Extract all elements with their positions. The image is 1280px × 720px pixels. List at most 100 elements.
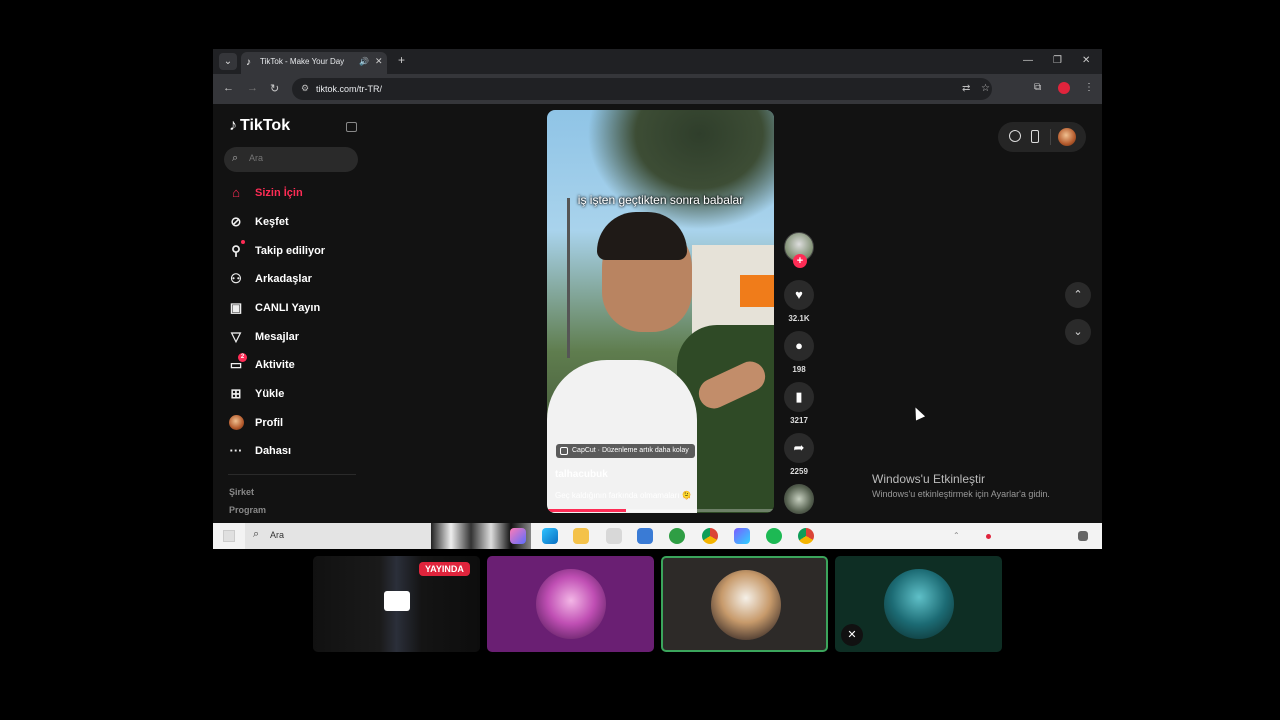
chrome-icon[interactable] bbox=[702, 528, 718, 544]
tab-search-button[interactable]: ⌄ bbox=[219, 53, 237, 70]
video-scene-pole bbox=[567, 198, 570, 358]
close-icon[interactable]: ✕ bbox=[375, 56, 383, 67]
nav-for-you[interactable]: ⌂ Sizin İçin bbox=[228, 184, 358, 204]
capcut-icon bbox=[560, 447, 568, 455]
nav-following[interactable]: ⚲ Takip ediliyor bbox=[228, 240, 358, 262]
mouse-cursor-icon bbox=[910, 405, 926, 421]
participant-tile[interactable] bbox=[487, 556, 654, 652]
nav-live[interactable]: ▣ CANLI Yayın bbox=[228, 299, 358, 319]
outlook-icon[interactable] bbox=[637, 528, 653, 544]
url-bar[interactable]: ⚙ tiktok.com/tr-TR/ ⇄ ☆ bbox=[292, 78, 992, 100]
nav-label: Takip ediliyor bbox=[255, 245, 326, 257]
logo-text: TikTok bbox=[240, 117, 291, 134]
vpn-icon[interactable] bbox=[734, 528, 750, 544]
nav-friends[interactable]: ⚇ Arkadaşlar bbox=[228, 270, 358, 290]
copilot-icon[interactable] bbox=[510, 528, 526, 544]
send-icon: ▽ bbox=[231, 329, 241, 344]
top-right-controls bbox=[998, 122, 1086, 152]
nav-label: Profil bbox=[255, 417, 284, 429]
edge-icon[interactable] bbox=[542, 528, 558, 544]
friends-icon: ⚇ bbox=[230, 271, 242, 286]
nav-upload[interactable]: ⊞ Yükle bbox=[228, 385, 358, 405]
nav-explore[interactable]: ⊘ Keşfet bbox=[228, 213, 358, 233]
site-info-icon[interactable]: ⚙ bbox=[301, 83, 309, 94]
tab-title: TikTok - Make Your Day bbox=[260, 57, 345, 66]
collapse-sidebar-icon[interactable] bbox=[346, 122, 357, 132]
participant-avatar bbox=[884, 569, 954, 639]
profile-avatar bbox=[228, 415, 244, 434]
forward-icon[interactable]: → bbox=[247, 82, 258, 94]
user-avatar[interactable] bbox=[1058, 128, 1076, 146]
nav-label: Keşfet bbox=[255, 216, 289, 228]
profile-icon[interactable] bbox=[1058, 82, 1070, 94]
video-caption: iş işten geçtikten sonra babalar bbox=[577, 193, 744, 207]
extensions-icon[interactable]: ⧉ bbox=[1034, 82, 1041, 93]
chevron-down-icon[interactable]: ⌄ bbox=[1065, 319, 1091, 345]
video-description: Geç kaldığının farkında olmamaları 🫠 bbox=[555, 491, 692, 500]
nav-profile[interactable]: Profil bbox=[228, 414, 358, 434]
bookmark-icon[interactable]: ▮ bbox=[784, 382, 814, 412]
home-icon: ⌂ bbox=[232, 185, 240, 200]
back-icon[interactable]: ← bbox=[223, 82, 234, 94]
tiktok-logo[interactable]: ♪ TikTok bbox=[229, 117, 290, 135]
phone-icon[interactable] bbox=[1031, 130, 1039, 143]
spotify-icon[interactable] bbox=[766, 528, 782, 544]
nav-messages[interactable]: ▽ Mesajlar bbox=[228, 328, 358, 348]
participant-tile[interactable]: ✕ bbox=[835, 556, 1002, 652]
comment-count: 198 bbox=[792, 365, 806, 374]
notification-icon[interactable] bbox=[1078, 531, 1088, 541]
tiktok-favicon-icon: ♪ bbox=[246, 57, 251, 68]
url-text[interactable]: tiktok.com/tr-TR/ bbox=[316, 84, 382, 94]
live-badge: YAYINDA bbox=[419, 562, 470, 576]
more-icon: ··· bbox=[229, 443, 243, 458]
windows-activate-title: Windows'u Etkinleştir bbox=[872, 472, 985, 486]
compass-icon[interactable] bbox=[1009, 130, 1021, 142]
speaker-icon[interactable]: 🔊 bbox=[359, 57, 369, 66]
search-box[interactable]: ⌕ bbox=[224, 147, 358, 172]
stream-tile[interactable]: YAYINDA bbox=[313, 556, 480, 652]
reload-icon[interactable]: ↻ bbox=[270, 82, 279, 95]
xbox-icon[interactable] bbox=[669, 528, 685, 544]
sidebar-divider bbox=[228, 474, 356, 475]
recording-dot-icon[interactable] bbox=[986, 534, 991, 539]
video-progress-bar[interactable] bbox=[547, 509, 774, 512]
heart-icon[interactable]: ♥ bbox=[784, 280, 814, 310]
window-close-icon[interactable]: ✕ bbox=[1082, 55, 1090, 66]
comment-icon[interactable]: ● bbox=[784, 331, 814, 361]
nav-label: Arkadaşlar bbox=[255, 273, 312, 285]
footer-link-company[interactable]: Şirket bbox=[229, 487, 254, 497]
follow-plus-icon[interactable]: + bbox=[793, 254, 807, 268]
video-author[interactable]: talhacubuk bbox=[555, 469, 608, 480]
search-icon: ⌕ bbox=[232, 152, 239, 164]
screen-share-icon bbox=[384, 591, 410, 611]
compass-icon: ⊘ bbox=[230, 214, 242, 229]
capcut-badge[interactable]: CapCut · Düzenleme artık daha kolay bbox=[556, 444, 695, 458]
chrome-icon[interactable] bbox=[798, 528, 814, 544]
chevron-up-icon[interactable]: ⌃ bbox=[1065, 282, 1091, 308]
video-player[interactable]: iş işten geçtikten sonra babalar CapCut … bbox=[547, 110, 774, 513]
participant-tile-speaking[interactable] bbox=[661, 556, 828, 652]
participant-avatar bbox=[711, 570, 781, 640]
nav-more[interactable]: ··· Dahası bbox=[228, 442, 358, 462]
tab-bar: ⌄ ♪ TikTok - Make Your Day 🔊 ✕ + — ❐ ✕ bbox=[213, 49, 1102, 74]
taskbar-search-placeholder: Ara bbox=[270, 530, 285, 540]
translate-icon[interactable]: ⇄ bbox=[962, 83, 970, 94]
tab-tiktok[interactable]: ♪ TikTok - Make Your Day 🔊 ✕ bbox=[241, 52, 387, 74]
nav-activity[interactable]: ▭ 2 Aktivite bbox=[228, 353, 358, 376]
explorer-icon[interactable] bbox=[573, 528, 589, 544]
nav-label: Yükle bbox=[255, 388, 285, 400]
share-icon[interactable]: ➦ bbox=[784, 433, 814, 463]
new-tab-button[interactable]: + bbox=[398, 53, 405, 67]
search-input[interactable] bbox=[249, 153, 349, 163]
windows-start-icon[interactable] bbox=[223, 530, 235, 542]
store-icon[interactable] bbox=[606, 528, 622, 544]
music-disc-icon[interactable] bbox=[784, 484, 814, 514]
taskbar-search[interactable]: ⌕ Ara bbox=[245, 523, 431, 549]
footer-link-program[interactable]: Program bbox=[229, 505, 266, 515]
bookmark-star-icon[interactable]: ☆ bbox=[981, 83, 990, 94]
kebab-menu-icon[interactable]: ⋮ bbox=[1084, 82, 1094, 93]
restore-icon[interactable]: ❐ bbox=[1053, 55, 1062, 66]
minimize-icon[interactable]: — bbox=[1023, 55, 1033, 66]
system-tray[interactable]: ⌃ bbox=[953, 531, 960, 540]
nav-label: Dahası bbox=[255, 445, 292, 457]
